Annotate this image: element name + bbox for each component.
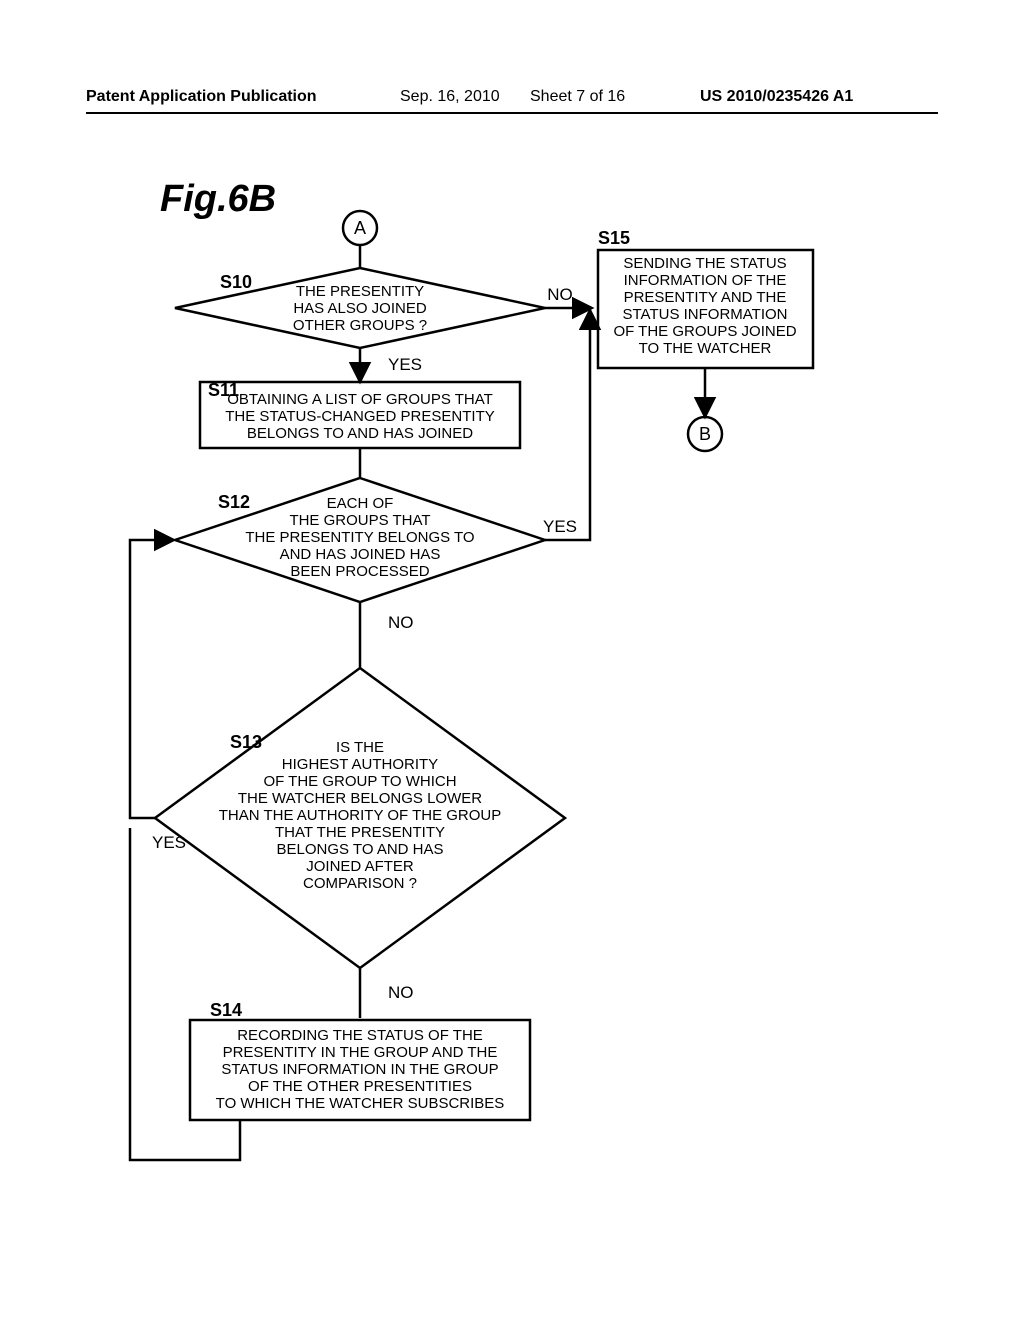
- svg-text:YES: YES: [543, 517, 577, 536]
- svg-text:NO: NO: [388, 613, 414, 632]
- connector-a: A: [343, 211, 377, 268]
- decision-s10: S10 THE PRESENTITYHAS ALSO JOINEDOTHER G…: [175, 268, 545, 348]
- edge-s12-yes: YES: [543, 312, 590, 540]
- edge-s10-yes: YES: [360, 348, 422, 380]
- svg-text:S13: S13: [230, 732, 262, 752]
- publication-label: Patent Application Publication: [86, 88, 317, 106]
- svg-text:RECORDING THE STATUS OF THEPRE: RECORDING THE STATUS OF THEPRESENTITY IN…: [216, 1027, 505, 1112]
- publication-date: Sep. 16, 2010: [400, 88, 500, 106]
- publication-number: US 2010/0235426 A1: [700, 88, 853, 106]
- svg-text:OBTAINING A LIST OF GROUPS THA: OBTAINING A LIST OF GROUPS THATTHE STATU…: [225, 391, 494, 442]
- decision-s12: S12 EACH OFTHE GROUPS THATTHE PRESENTITY…: [175, 478, 545, 602]
- process-s15: S15 SENDING THE STATUSINFORMATION OF THE…: [598, 228, 813, 368]
- svg-text:NO: NO: [388, 983, 414, 1002]
- connector-b: B: [688, 417, 722, 451]
- svg-text:SENDING THE STATUSINFORMATION: SENDING THE STATUSINFORMATION OF THEPRES…: [613, 255, 796, 357]
- edge-s13-yes: YES: [130, 540, 186, 852]
- svg-text:NO: NO: [547, 285, 573, 304]
- edge-s10-no: NO: [545, 285, 590, 308]
- svg-text:A: A: [354, 218, 366, 238]
- edge-s12-no: NO: [360, 602, 414, 668]
- svg-text:S10: S10: [220, 272, 252, 292]
- decision-s13: S13 IS THEHIGHEST AUTHORITYOF THE GROUP …: [155, 668, 565, 968]
- svg-text:S12: S12: [218, 492, 250, 512]
- svg-text:YES: YES: [388, 355, 422, 374]
- svg-text:YES: YES: [152, 833, 186, 852]
- svg-text:THE PRESENTITYHAS ALSO JOINEDO: THE PRESENTITYHAS ALSO JOINEDOTHER GROUP…: [293, 283, 427, 334]
- svg-text:IS THEHIGHEST AUTHORITYOF THE: IS THEHIGHEST AUTHORITYOF THE GROUP TO W…: [219, 739, 502, 892]
- svg-text:S15: S15: [598, 228, 630, 248]
- flowchart: A S10 THE PRESENTITYHAS ALSO JOINEDOTHER…: [90, 200, 910, 1250]
- sheet-number: Sheet 7 of 16: [530, 88, 625, 106]
- svg-text:EACH OFTHE GROUPS THATTHE PRES: EACH OFTHE GROUPS THATTHE PRESENTITY BEL…: [245, 495, 474, 580]
- process-s11: S11 OBTAINING A LIST OF GROUPS THATTHE S…: [200, 380, 520, 478]
- header-rule: [86, 112, 938, 114]
- svg-text:S14: S14: [210, 1000, 242, 1020]
- edge-s13-no: NO: [360, 968, 414, 1018]
- svg-text:B: B: [699, 424, 711, 444]
